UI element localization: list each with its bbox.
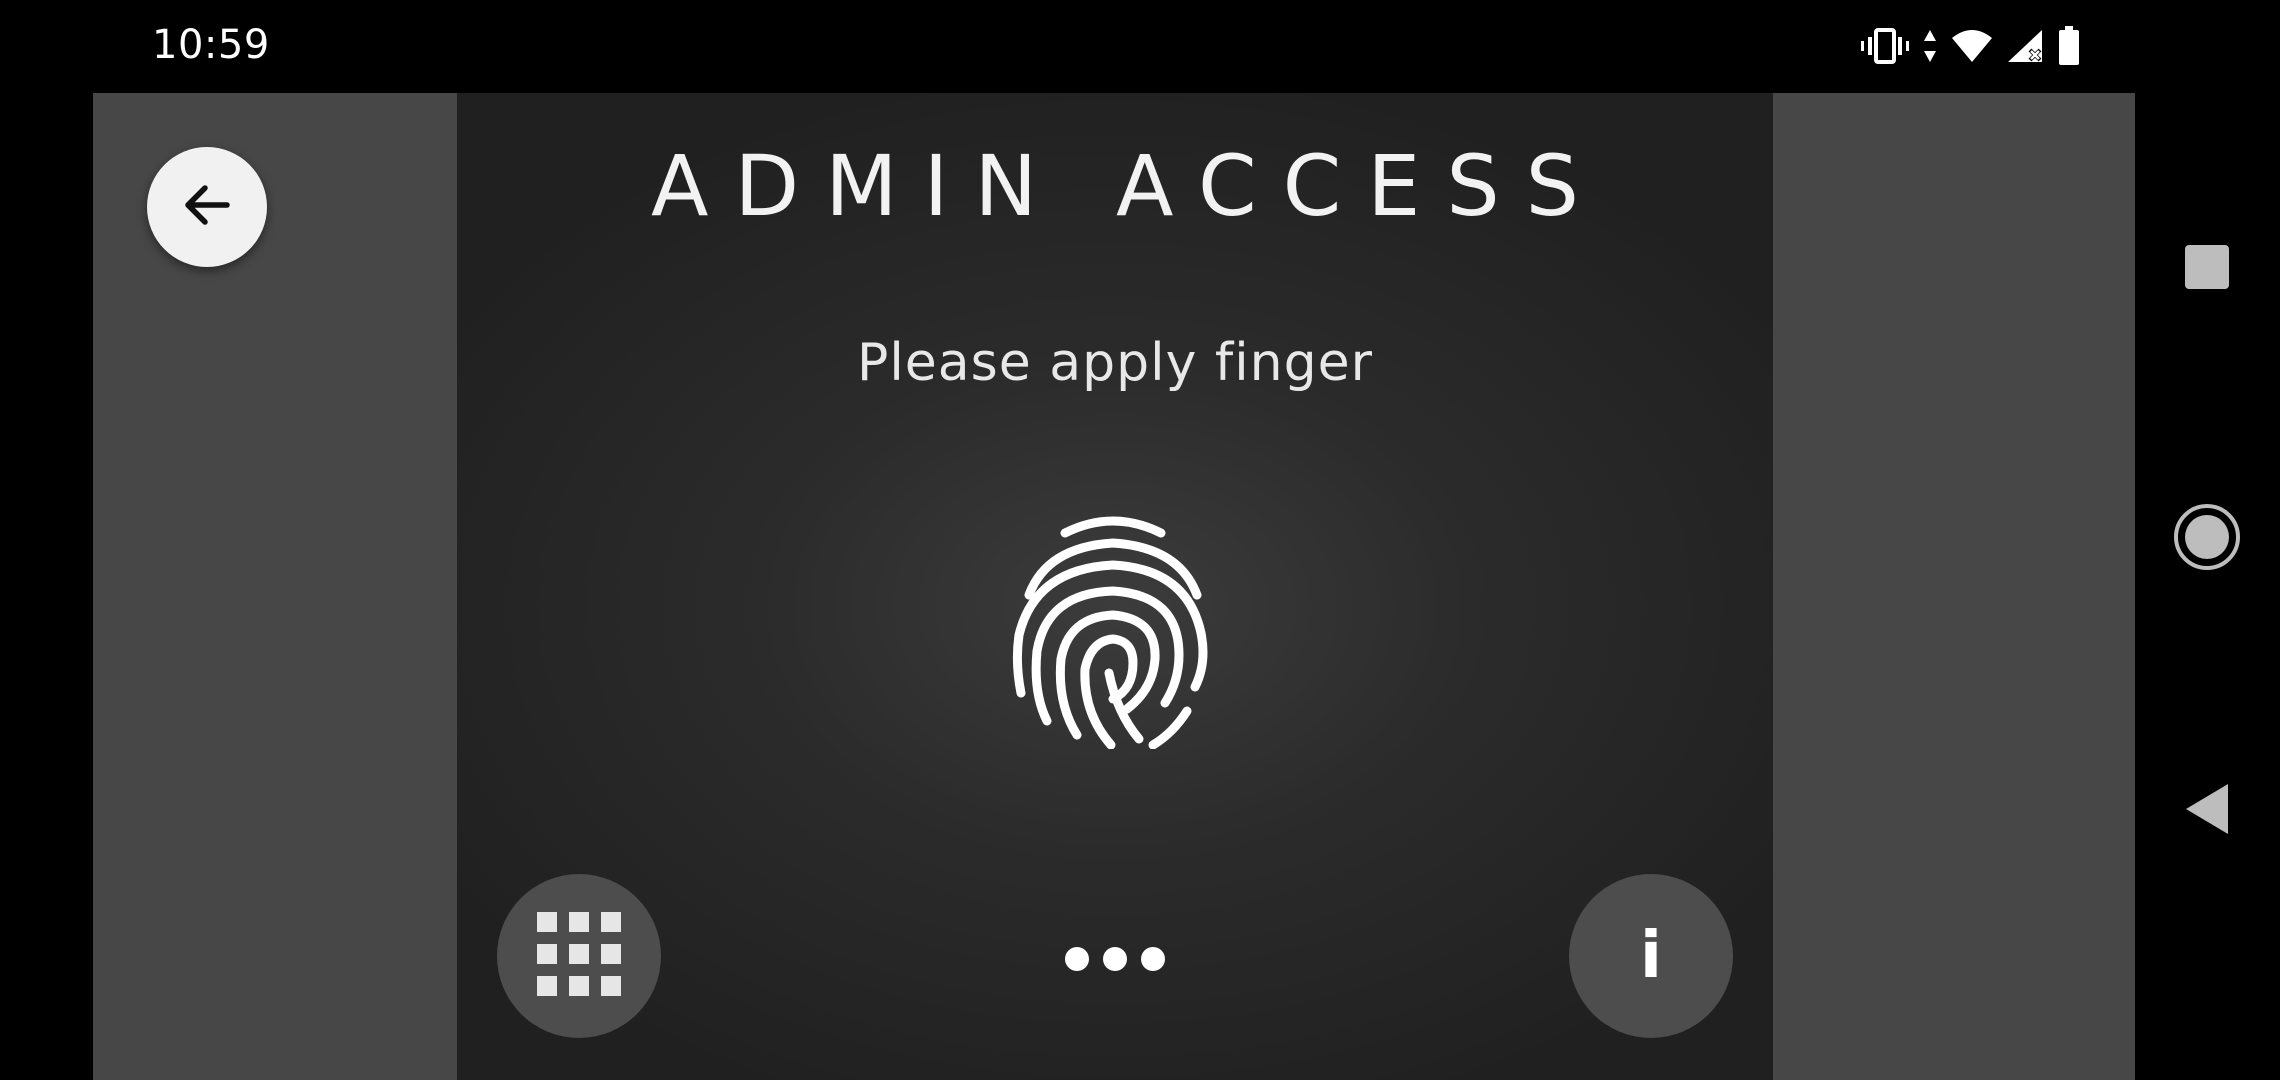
data-arrows-icon (1922, 28, 1938, 64)
back-button[interactable] (147, 147, 267, 267)
dot (1103, 947, 1127, 971)
status-time: 10:59 (152, 22, 270, 68)
battery-icon (2058, 26, 2080, 66)
info-button-label: i (1640, 919, 1662, 993)
app-area: ADMIN ACCESS Please apply finger i (93, 93, 2135, 1080)
device-screen: ADMIN ACCESS Please apply finger i (457, 93, 1773, 1080)
back-triangle-icon (2182, 782, 2232, 840)
back-nav-button[interactable] (2157, 761, 2257, 861)
fingerprint-icon (1007, 513, 1219, 750)
wifi-icon (1950, 28, 1994, 64)
dot (1065, 947, 1089, 971)
status-icons (1860, 22, 2080, 70)
keypad-grid-icon (537, 912, 621, 1000)
dot (1141, 947, 1165, 971)
home-circle-icon (2172, 502, 2242, 576)
finger-prompt: Please apply finger (857, 333, 1373, 393)
info-button[interactable]: i (1569, 874, 1733, 1038)
arrow-left-icon (179, 177, 235, 237)
status-bar: 10:59 (0, 0, 2280, 93)
recents-button[interactable] (2157, 219, 2257, 319)
page-dots-indicator (1065, 941, 1165, 977)
page-title: ADMIN ACCESS (651, 137, 1605, 235)
keypad-button[interactable] (497, 874, 661, 1038)
signal-no-service-icon (2006, 28, 2046, 64)
home-button[interactable] (2157, 489, 2257, 589)
vibrate-icon (1860, 28, 1910, 64)
recents-square-icon (2183, 243, 2231, 295)
navigation-bar (2135, 93, 2280, 1080)
